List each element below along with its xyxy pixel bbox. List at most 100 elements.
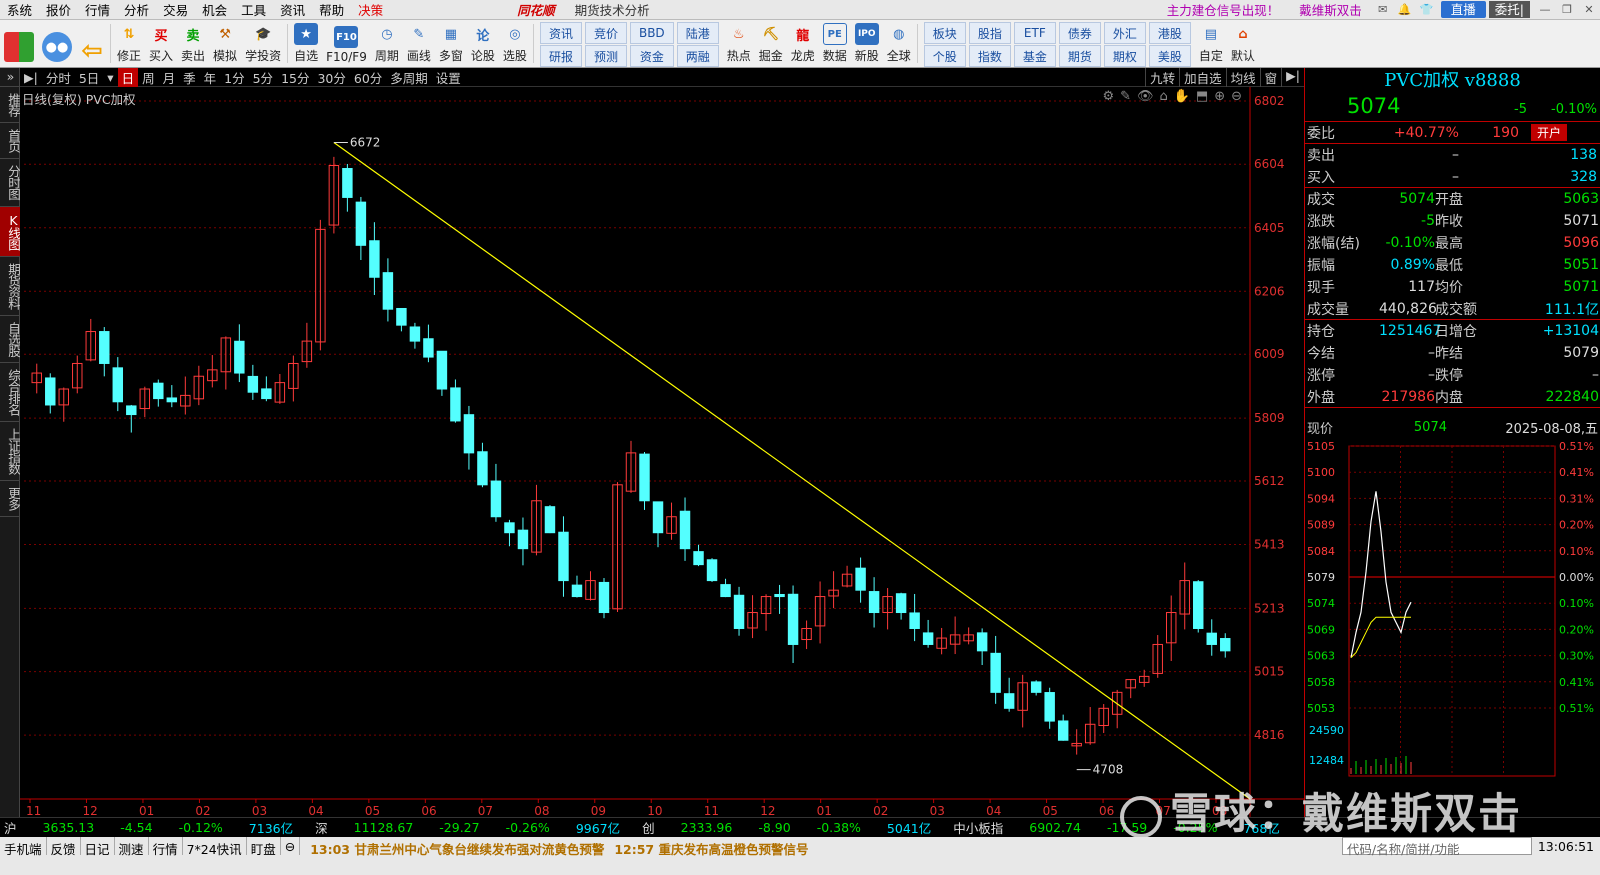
market-button[interactable]: 行情 <box>149 837 183 857</box>
stock-tab[interactable]: 个股 <box>923 45 966 67</box>
default-button[interactable]: ⌂ 默认 <box>1227 20 1259 67</box>
hk-stock-tab[interactable]: 港股 <box>1148 22 1191 44</box>
news-ticker-2[interactable]: 12:57 重庆发布高温橙色预警信号 <box>614 837 808 858</box>
period-multi[interactable]: 多周期 <box>386 68 432 87</box>
menu-quote[interactable]: 报价 <box>39 0 78 19</box>
menu-tools[interactable]: 工具 <box>234 0 273 19</box>
period-5min[interactable]: 5分 <box>249 68 277 87</box>
menu-market[interactable]: 行情 <box>78 0 117 19</box>
etf-tab[interactable]: ETF <box>1013 22 1056 44</box>
watch-button[interactable]: 盯盘 <box>247 837 281 857</box>
fund-tab[interactable]: 基金 <box>1013 45 1056 67</box>
nav-ranking[interactable]: 综合排名 <box>0 363 21 422</box>
play-icon[interactable]: ▶| <box>20 70 42 85</box>
news-ticker-1[interactable]: 13:03 甘肃兰州中心气象台继续发布强对流黄色预警 <box>310 837 604 858</box>
layout-button[interactable] <box>0 20 38 67</box>
index-status-item[interactable]: 沪 <box>0 818 21 837</box>
ma-button[interactable]: 均线 <box>1225 67 1260 87</box>
nav-expand-icon[interactable]: » <box>0 68 20 87</box>
period-30min[interactable]: 30分 <box>313 68 349 87</box>
nav-kline[interactable]: K线图 <box>0 206 21 257</box>
kline-chart[interactable]: 6802 6604 6405 6206 6009 5809 5612 5413 5213 5015… <box>20 87 1304 817</box>
period-button[interactable]: ◷ 周期 <box>371 20 403 67</box>
f10-button[interactable]: F10 F10/F9 <box>322 20 371 67</box>
signal-notice[interactable]: 主力建仓信号出现！ <box>1157 0 1290 19</box>
draw-button[interactable]: ✎ 画线 <box>403 20 435 67</box>
period-year[interactable]: 年 <box>200 68 221 87</box>
buy-button[interactable]: 买买入 <box>145 20 177 67</box>
chart-tools[interactable]: ⚙✎👁⌂✋⬒⊕⊖ <box>1102 89 1248 104</box>
menu-help[interactable]: 帮助 <box>312 0 351 19</box>
index-futures-tab[interactable]: 股指 <box>968 22 1011 44</box>
forecast-tab[interactable]: 预测 <box>584 45 627 67</box>
period-day[interactable]: 日 <box>117 67 139 87</box>
minute-chart[interactable]: 5105 0.51% 5100 0.41% 5094 0.31% 5089 0.20% 5084… <box>1305 438 1600 778</box>
sell-button[interactable]: 卖卖出 <box>177 20 209 67</box>
menu-news[interactable]: 资讯 <box>273 0 312 19</box>
index-tab[interactable]: 指数 <box>968 45 1011 67</box>
open-account-button[interactable]: 开户 <box>1531 124 1568 141</box>
custom-button[interactable]: ▤ 自定 <box>1195 20 1227 67</box>
mobile-button[interactable]: 手机端 <box>0 837 47 857</box>
nav-home[interactable]: 首页 <box>0 123 21 159</box>
period-week[interactable]: 周 <box>138 68 159 87</box>
period-timeshare[interactable]: 分时 <box>42 68 75 87</box>
multiwindow-button[interactable]: ▦ 多窗 <box>435 20 467 67</box>
menu-system[interactable]: 系统 <box>0 0 39 19</box>
back-button[interactable]: ⇦ <box>76 20 108 67</box>
nav-recommend[interactable]: 推荐 <box>0 87 21 123</box>
message-icon[interactable]: ✉ <box>1372 1 1394 18</box>
skin-icon[interactable]: 👕 <box>1416 1 1438 18</box>
hot-button[interactable]: ♨ 热点 <box>723 20 755 67</box>
options-tab[interactable]: 期权 <box>1103 45 1146 67</box>
period-5day[interactable]: 5日 <box>75 68 103 87</box>
period-15min[interactable]: 15分 <box>277 68 313 87</box>
simulate-button[interactable]: ⚒ 模拟 <box>209 20 241 67</box>
period-quarter[interactable]: 季 <box>179 68 200 87</box>
menu-analysis[interactable]: 分析 <box>117 0 156 19</box>
order-button[interactable]: 委托| <box>1488 1 1530 18</box>
period-1min[interactable]: 1分 <box>220 68 248 87</box>
menu-decision[interactable]: 决策 <box>351 0 390 19</box>
bond-tab[interactable]: 债券 <box>1058 22 1101 44</box>
bell-icon[interactable]: 🔔 <box>1394 1 1416 18</box>
robot-button[interactable]: ●● <box>38 20 76 67</box>
period-settings[interactable]: 设置 <box>432 68 465 87</box>
global-button[interactable]: ◍ 全球 <box>883 20 915 67</box>
futures-tab[interactable]: 期货 <box>1058 45 1101 67</box>
capital-tab[interactable]: 资金 <box>629 45 674 67</box>
diary-button[interactable]: 日记 <box>81 837 115 857</box>
index-status-item[interactable]: 创 <box>638 818 659 837</box>
live-button[interactable]: 直播 <box>1440 1 1486 18</box>
data-button[interactable]: PE 数据 <box>819 20 851 67</box>
stock-picker-button[interactable]: ◎ 选股 <box>499 20 531 67</box>
collapse-icon[interactable]: ▶| <box>1281 67 1304 87</box>
ipo-button[interactable]: IPO 新股 <box>851 20 883 67</box>
close-icon[interactable]: ✕ <box>1578 1 1600 18</box>
discuss-button[interactable]: 论论股 <box>467 20 499 67</box>
menu-opportunity[interactable]: 机会 <box>195 0 234 19</box>
menu-trade[interactable]: 交易 <box>156 0 195 19</box>
learn-button[interactable]: 🎓 学投资 <box>241 20 285 67</box>
minimize-icon[interactable]: — <box>1534 1 1556 18</box>
flash-news-button[interactable]: 7*24快讯 <box>183 837 247 857</box>
margin-tab[interactable]: 两融 <box>676 45 719 67</box>
bid-tab[interactable]: 竞价 <box>584 22 627 44</box>
link-icon[interactable]: ⊖ <box>281 837 301 855</box>
fix-button[interactable]: ⇅ 修正 <box>113 20 145 67</box>
us-stock-tab[interactable]: 美股 <box>1148 45 1191 67</box>
period-month[interactable]: 月 <box>159 68 180 87</box>
nav-watchlist[interactable]: 自选股 <box>0 316 21 363</box>
feedback-button[interactable]: 反馈 <box>47 837 81 857</box>
nine-turn-button[interactable]: 九转 <box>1145 67 1179 87</box>
speedtest-button[interactable]: 测速 <box>115 837 149 857</box>
hk-connect-tab[interactable]: 陆港 <box>676 22 719 44</box>
watchlist-button[interactable]: ★ 自选 <box>290 20 322 67</box>
nav-futures-info[interactable]: 期货资料 <box>0 257 21 316</box>
period-60min[interactable]: 60分 <box>350 68 386 87</box>
user-name[interactable]: 戴维斯双击 <box>1289 0 1372 19</box>
nav-timeshare[interactable]: 分时图 <box>0 159 21 207</box>
index-status-item[interactable]: 深 <box>311 818 332 837</box>
research-tab[interactable]: 研报 <box>539 45 582 67</box>
index-status-item[interactable]: 中小板指 <box>949 818 1007 837</box>
